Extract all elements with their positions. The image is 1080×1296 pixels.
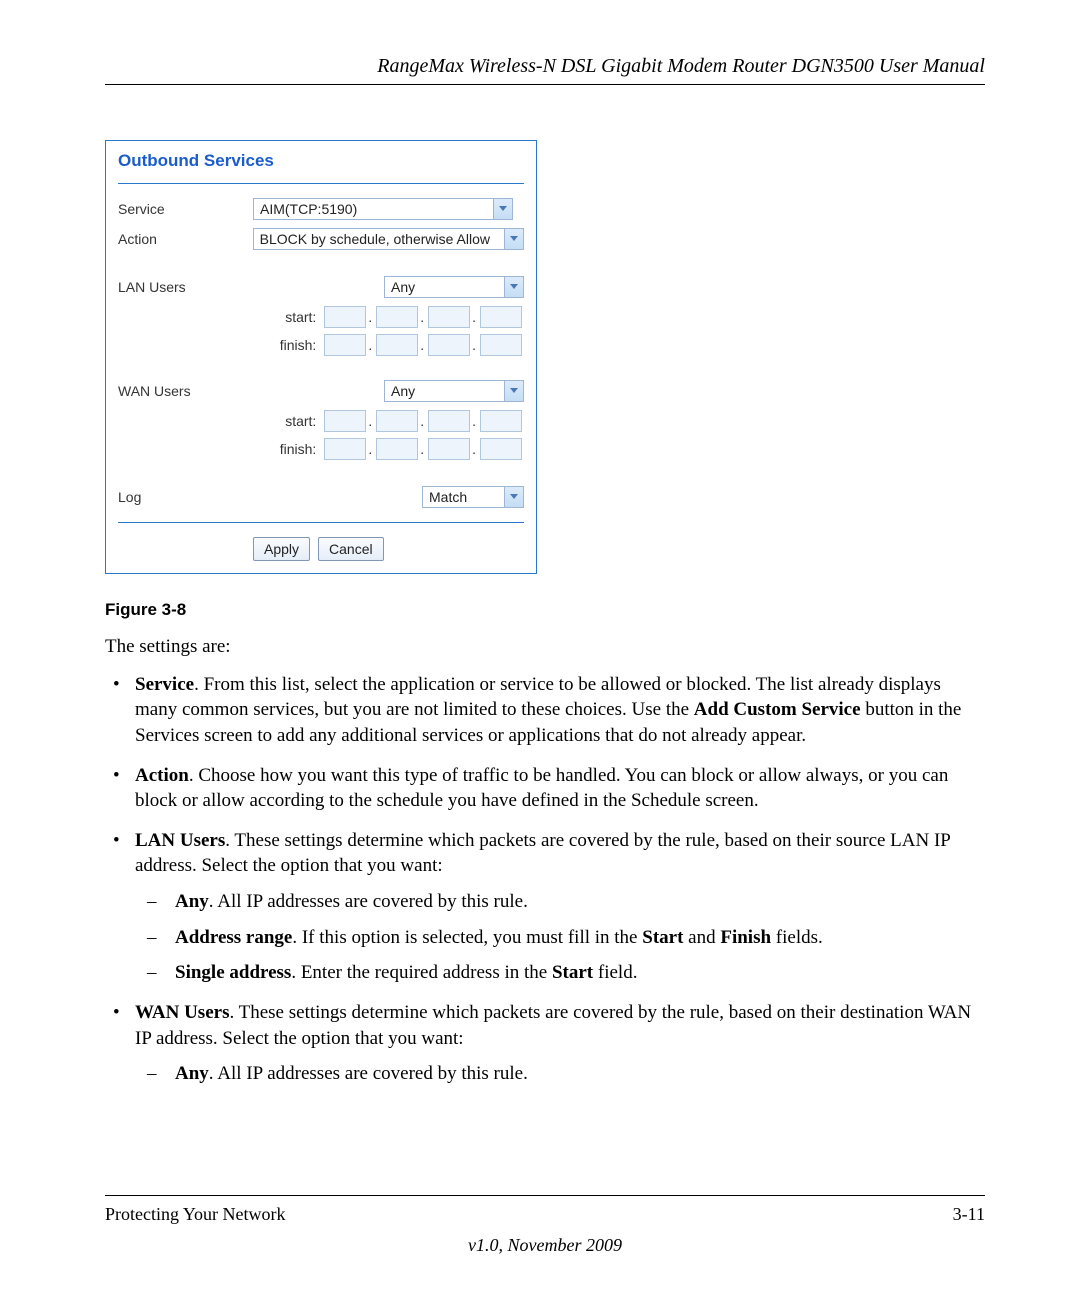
list-item: LAN Users. These settings determine whic… [135,828,985,986]
lan-users-label: LAN Users [118,279,253,295]
footer-page: 3-11 [953,1204,985,1225]
text: . All IP addresses are covered by this r… [209,1063,528,1084]
bold-text: Action [135,765,189,786]
page-footer: Protecting Your Network 3-11 v1.0, Novem… [105,1195,985,1256]
wan-users-select[interactable]: Any [384,380,524,402]
lan-finish-oct4[interactable] [480,334,522,356]
service-select-value: AIM(TCP:5190) [260,201,357,217]
panel-title: Outbound Services [118,151,524,183]
footer-section: Protecting Your Network [105,1204,286,1225]
lan-finish-label: finish: [272,337,316,353]
lan-finish-oct3[interactable] [428,334,470,356]
outbound-services-panel: Outbound Services Service AIM(TCP:5190) … [105,140,537,574]
text: field. [593,962,637,983]
action-select[interactable]: BLOCK by schedule, otherwise Allow [253,228,524,250]
bold-text: Address range [175,927,292,948]
footer-rule [105,1195,985,1196]
wan-start-label: start: [272,413,316,429]
chevron-down-icon [493,199,512,219]
wan-start-oct4[interactable] [480,410,522,432]
action-label: Action [118,231,253,247]
cancel-button[interactable]: Cancel [318,537,384,561]
header-rule [105,84,985,85]
lan-start-oct2[interactable] [376,306,418,328]
lan-start-label: start: [272,309,316,325]
bold-text: WAN Users [135,1002,229,1023]
list-item: Single address. Enter the required addre… [175,960,985,986]
bold-text: Any [175,1063,209,1084]
chevron-down-icon [504,277,523,297]
apply-button[interactable]: Apply [253,537,310,561]
service-label: Service [118,201,253,217]
bold-text: Service [135,674,194,695]
bold-text: Finish [720,927,771,948]
text: . These settings determine which packets… [135,1002,971,1049]
list-item: Action. Choose how you want this type of… [135,763,985,814]
action-select-value: BLOCK by schedule, otherwise Allow [260,231,490,247]
panel-separator [118,522,524,523]
chevron-down-icon [504,381,523,401]
chevron-down-icon [504,487,523,507]
text: fields. [771,927,823,948]
lan-finish-oct2[interactable] [376,334,418,356]
bold-text: Single address [175,962,291,983]
chevron-down-icon [504,229,523,249]
settings-list: Service. From this list, select the appl… [105,672,985,1087]
list-item: Any. All IP addresses are covered by thi… [175,889,985,915]
text: . Enter the required address in the [291,962,552,983]
bold-text: Start [642,927,683,948]
wan-finish-oct2[interactable] [376,438,418,460]
list-item: Address range. If this option is selecte… [175,925,985,951]
wan-users-label: WAN Users [118,383,253,399]
bold-text: Start [552,962,593,983]
text: . These settings determine which packets… [135,830,950,877]
lan-start-oct4[interactable] [480,306,522,328]
list-item: WAN Users. These settings determine whic… [135,1000,985,1087]
service-select[interactable]: AIM(TCP:5190) [253,198,513,220]
intro-text: The settings are: [105,634,985,660]
footer-version: v1.0, November 2009 [105,1235,985,1256]
lan-start-oct1[interactable] [324,306,366,328]
wan-finish-label: finish: [272,441,316,457]
figure-caption: Figure 3-8 [105,600,985,620]
lan-users-select[interactable]: Any [384,276,524,298]
log-select[interactable]: Match [422,486,524,508]
wan-finish-oct3[interactable] [428,438,470,460]
lan-finish-oct1[interactable] [324,334,366,356]
text: . If this option is selected, you must f… [292,927,642,948]
log-label: Log [118,489,253,505]
panel-separator [118,183,524,184]
bold-text: LAN Users [135,830,225,851]
text: . Choose how you want this type of traff… [135,765,948,812]
wan-start-oct2[interactable] [376,410,418,432]
wan-start-oct1[interactable] [324,410,366,432]
bold-text: Any [175,891,209,912]
log-select-value: Match [429,489,467,505]
bold-text: Add Custom Service [694,699,861,720]
lan-start-oct3[interactable] [428,306,470,328]
wan-finish-oct4[interactable] [480,438,522,460]
list-item: Any. All IP addresses are covered by thi… [175,1061,985,1087]
text: and [683,927,720,948]
wan-start-oct3[interactable] [428,410,470,432]
list-item: Service. From this list, select the appl… [135,672,985,749]
wan-finish-oct1[interactable] [324,438,366,460]
lan-users-select-value: Any [391,279,415,295]
doc-header-title: RangeMax Wireless-N DSL Gigabit Modem Ro… [105,55,985,78]
wan-users-select-value: Any [391,383,415,399]
text: . All IP addresses are covered by this r… [209,891,528,912]
